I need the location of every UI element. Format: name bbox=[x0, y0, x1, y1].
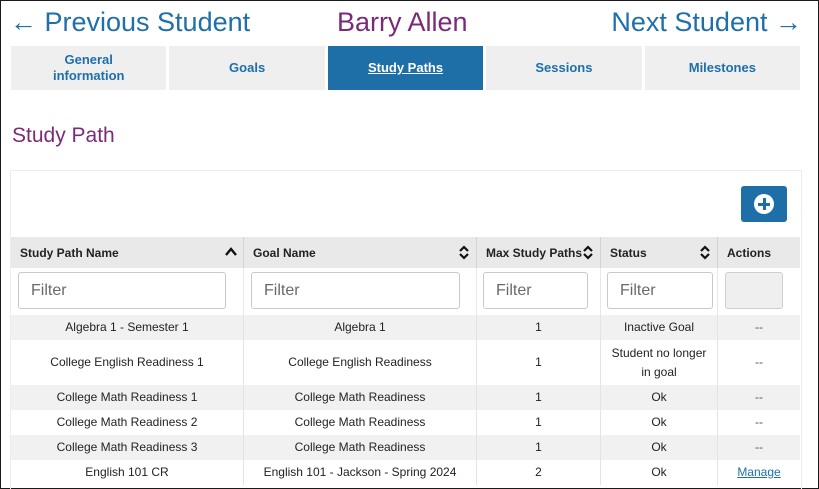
sort-icon[interactable] bbox=[458, 245, 470, 260]
cell-max-study-paths: 1 bbox=[476, 340, 600, 385]
table-row: College English Readiness 1 College Engl… bbox=[11, 340, 800, 385]
cell-status: Ok bbox=[600, 410, 717, 435]
cell-max-study-paths: 1 bbox=[476, 385, 600, 410]
cell-study-path-name: English 101 CR bbox=[85, 465, 169, 479]
status-text: in goal bbox=[641, 364, 677, 379]
cell-study-path-name: College Math Readiness 2 bbox=[56, 415, 198, 429]
cell-status: Student no longer in goal bbox=[600, 340, 717, 385]
next-student-link[interactable]: Next Student → bbox=[611, 7, 802, 38]
tab-label: Goals bbox=[229, 60, 266, 75]
sort-ascending-icon[interactable] bbox=[225, 245, 237, 260]
tab-study-paths[interactable]: Study Paths bbox=[327, 46, 484, 90]
no-action-text: -- bbox=[755, 320, 763, 334]
student-navigation: ← Previous Student Barry Allen Next Stud… bbox=[0, 4, 819, 42]
cell-goal-name: Algebra 1 bbox=[243, 315, 476, 340]
column-header-label: Goal Name bbox=[253, 245, 316, 260]
status-filter-input[interactable] bbox=[607, 272, 713, 309]
tab-label: General bbox=[64, 52, 113, 67]
cell-actions: Manage bbox=[717, 460, 800, 485]
cell-actions: -- bbox=[717, 410, 800, 435]
cell-study-path-name: Algebra 1 - Semester 1 bbox=[65, 320, 189, 334]
status-text: Student no longer bbox=[611, 345, 707, 360]
goal-name-filter-input[interactable] bbox=[251, 272, 460, 309]
no-action-text: -- bbox=[755, 440, 763, 454]
max-study-paths-filter-input[interactable] bbox=[483, 272, 588, 309]
tab-label: Sessions bbox=[535, 60, 593, 75]
filter-row bbox=[11, 268, 800, 315]
sort-icon[interactable] bbox=[699, 245, 711, 260]
table-header: Study Path Name Goal Name Max Study Path… bbox=[11, 237, 800, 268]
no-action-text: -- bbox=[755, 390, 763, 404]
plus-circle-icon bbox=[754, 194, 774, 214]
actions-filter-disabled bbox=[725, 272, 783, 309]
cell-status: Ok bbox=[600, 460, 717, 485]
cell-actions: -- bbox=[717, 435, 800, 460]
cell-goal-name: College Math Readiness bbox=[243, 435, 476, 460]
sort-icon[interactable] bbox=[582, 245, 594, 260]
column-header-label: Actions bbox=[727, 245, 772, 260]
cell-max-study-paths: 1 bbox=[476, 410, 600, 435]
cell-goal-name: English 101 - Jackson - Spring 2024 bbox=[243, 460, 476, 485]
tab-label: Study Paths bbox=[367, 60, 444, 75]
tab-milestones[interactable]: Milestones bbox=[644, 46, 801, 90]
page-title: Study Path bbox=[12, 124, 115, 147]
table-row: College Math Readiness 3 College Math Re… bbox=[11, 435, 800, 460]
cell-actions: -- bbox=[717, 340, 800, 385]
cell-status: Ok bbox=[600, 385, 717, 410]
table-row: College Math Readiness 2 College Math Re… bbox=[11, 410, 800, 435]
tab-goals[interactable]: Goals bbox=[169, 46, 325, 90]
study-path-name-filter-input[interactable] bbox=[18, 272, 226, 309]
student-name: Barry Allen bbox=[337, 7, 468, 37]
column-header-max-study-paths[interactable]: Max Study Paths bbox=[476, 237, 600, 268]
cell-max-study-paths: 1 bbox=[476, 315, 600, 340]
tab-label: information bbox=[52, 68, 125, 83]
previous-student-link[interactable]: ← Previous Student bbox=[10, 7, 250, 38]
tab-bar: General information Goals Study Paths Ses… bbox=[11, 46, 801, 90]
cell-goal-name: College English Readiness bbox=[243, 340, 476, 385]
tab-sessions[interactable]: Sessions bbox=[486, 46, 642, 90]
study-path-table-body: Algebra 1 - Semester 1 Algebra 1 1 Inact… bbox=[11, 315, 800, 485]
no-action-text: -- bbox=[755, 355, 763, 369]
column-header-label: Status bbox=[610, 245, 647, 260]
add-study-path-button[interactable] bbox=[741, 186, 787, 222]
cell-goal-name: College Math Readiness bbox=[243, 410, 476, 435]
cell-goal-name: College Math Readiness bbox=[243, 385, 476, 410]
cell-status: Inactive Goal bbox=[600, 315, 717, 340]
table-row: English 101 CR English 101 - Jackson - S… bbox=[11, 460, 800, 485]
no-action-text: -- bbox=[755, 415, 763, 429]
column-header-actions: Actions bbox=[717, 237, 800, 268]
cell-actions: -- bbox=[717, 385, 800, 410]
cell-study-path-name: College English Readiness 1 bbox=[50, 355, 204, 369]
tab-label: Milestones bbox=[688, 60, 756, 75]
table-row: Algebra 1 - Semester 1 Algebra 1 1 Inact… bbox=[11, 315, 800, 340]
cell-actions: -- bbox=[717, 315, 800, 340]
column-header-status[interactable]: Status bbox=[600, 237, 717, 268]
cell-study-path-name: College Math Readiness 1 bbox=[56, 390, 198, 404]
cell-study-path-name: College Math Readiness 3 bbox=[56, 440, 198, 454]
column-header-label: Max Study Paths bbox=[486, 245, 583, 260]
column-header-label: Study Path Name bbox=[20, 245, 119, 260]
table-row: College Math Readiness 1 College Math Re… bbox=[11, 385, 800, 410]
cell-max-study-paths: 1 bbox=[476, 435, 600, 460]
column-header-goal-name[interactable]: Goal Name bbox=[243, 237, 476, 268]
cell-max-study-paths: 2 bbox=[476, 460, 600, 485]
column-header-study-path-name[interactable]: Study Path Name bbox=[11, 237, 243, 268]
manage-link[interactable]: Manage bbox=[737, 463, 780, 482]
cell-status: Ok bbox=[600, 435, 717, 460]
tab-general-information[interactable]: General information bbox=[11, 46, 167, 90]
